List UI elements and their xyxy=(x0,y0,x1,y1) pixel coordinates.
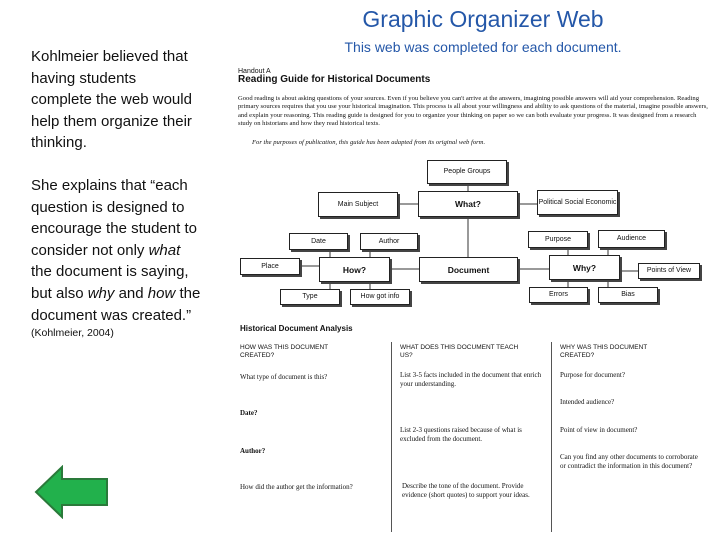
analysis-title: Historical Document Analysis xyxy=(240,324,353,333)
web-box-main-subject: Main Subject xyxy=(318,192,398,217)
col3-q2: Intended audience? xyxy=(560,398,615,406)
slide-body: Kohlmeier believed that having students … xyxy=(31,46,201,340)
column-divider xyxy=(391,342,392,532)
col1-q2: Date? xyxy=(240,409,258,417)
web-box-place: Place xyxy=(240,258,300,275)
text: how xyxy=(147,284,176,302)
col1-q3: Author? xyxy=(240,447,266,455)
col3-q4: Can you find any other documents to corr… xyxy=(560,453,698,470)
web-box-author: Author xyxy=(360,233,418,250)
handout-image: Handout A Reading Guide for Historical D… xyxy=(230,40,720,540)
col3-header: WHY WAS THIS DOCUMENT CREATED? xyxy=(560,344,648,359)
arrow-left-icon xyxy=(34,465,108,519)
col1-q4: How did the author get the information? xyxy=(240,483,353,491)
text: why xyxy=(87,284,115,302)
text: what xyxy=(148,241,181,259)
web-box-political: Political Social Economic xyxy=(537,190,618,215)
back-arrow-button[interactable] xyxy=(34,465,110,519)
paragraph-2: She explains that “each question is desi… xyxy=(31,175,201,340)
col1-q1: What type of document is this? xyxy=(240,373,328,381)
col3-q1: Purpose for document? xyxy=(560,371,625,379)
text: and xyxy=(114,284,148,302)
col2-header: WHAT DOES THIS DOCUMENT TEACH US? xyxy=(400,344,519,359)
web-box-what: What? xyxy=(418,191,518,217)
column-divider xyxy=(551,342,552,532)
citation: (Kohlmeier, 2004) xyxy=(31,327,114,340)
web-box-bias: Bias xyxy=(598,287,658,303)
col2-q3: Describe the tone of the document. Provi… xyxy=(402,482,530,499)
col1-header: HOW WAS THIS DOCUMENT CREATED? xyxy=(240,344,328,359)
paragraph-1: Kohlmeier believed that having students … xyxy=(31,48,192,152)
web-box-document: Document xyxy=(419,257,518,282)
web-box-points-of-view: Points of View xyxy=(638,263,700,279)
web-box-purpose: Purpose xyxy=(528,231,588,248)
web-box-how-got-info: How got info xyxy=(350,289,410,305)
col2-q2: List 2-3 questions raised because of wha… xyxy=(400,426,522,443)
web-box-why: Why? xyxy=(549,255,620,280)
web-box-date: Date xyxy=(289,233,348,250)
web-box-how: How? xyxy=(319,257,390,282)
web-box-audience: Audience xyxy=(598,230,665,248)
col3-q3: Point of view in document? xyxy=(560,426,638,434)
web-box-errors: Errors xyxy=(529,287,588,303)
web-box-people: People Groups xyxy=(427,160,507,184)
web-box-type: Type xyxy=(280,289,340,305)
col2-q1: List 3-5 facts included in the document … xyxy=(400,371,542,388)
slide-title: Graphic Organizer Web xyxy=(362,6,604,32)
